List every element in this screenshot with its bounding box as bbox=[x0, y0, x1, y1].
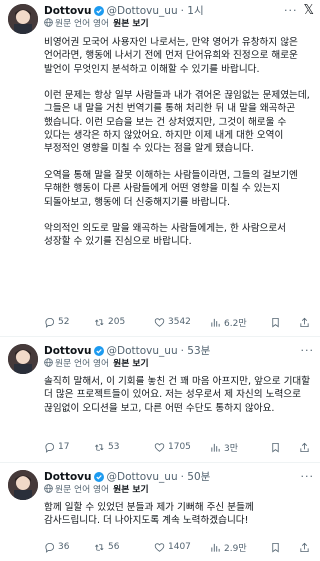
like-button[interactable]: 3542 bbox=[154, 317, 191, 328]
share-icon bbox=[300, 542, 309, 552]
views-icon bbox=[211, 443, 220, 452]
retweet-icon bbox=[95, 443, 104, 451]
reply-icon bbox=[45, 317, 55, 328]
timestamp[interactable]: · 1시 bbox=[181, 4, 204, 18]
user-handle[interactable]: @Dottovu_uu bbox=[107, 4, 178, 18]
divider bbox=[0, 336, 320, 337]
views-button[interactable]: 2.9만 bbox=[210, 541, 247, 554]
timestamp[interactable]: · 50분 bbox=[181, 470, 211, 484]
user-handle[interactable]: @Dottovu_uu bbox=[107, 344, 178, 358]
action-bar: 17 53 1705 3만 bbox=[44, 440, 314, 454]
reply-count: 36 bbox=[58, 542, 70, 552]
retweet-icon bbox=[95, 543, 104, 551]
user-handle[interactable]: @Dottovu_uu bbox=[107, 470, 178, 484]
tweet-header: Dottovu @Dottovu_uu · 50분 ··· bbox=[44, 470, 314, 484]
retweet-icon bbox=[95, 318, 104, 326]
like-button[interactable]: 1407 bbox=[154, 542, 191, 553]
reply-count: 52 bbox=[58, 317, 70, 327]
share-icon bbox=[300, 442, 309, 452]
reply-button[interactable]: 17 bbox=[44, 442, 69, 453]
timestamp[interactable]: · 53분 bbox=[181, 344, 211, 358]
translation-label: 원문 언어 영어 bbox=[55, 485, 110, 495]
retweet-count: 205 bbox=[108, 317, 126, 327]
retweet-button[interactable]: 53 bbox=[94, 442, 119, 453]
share-icon bbox=[300, 317, 309, 327]
translation-notice: 원문 언어 영어 원본 보기 bbox=[44, 18, 149, 30]
bookmark-icon bbox=[272, 442, 279, 452]
verified-icon bbox=[93, 6, 104, 16]
like-button[interactable]: 1705 bbox=[154, 442, 191, 453]
globe-icon bbox=[44, 358, 53, 367]
retweet-count: 53 bbox=[108, 442, 120, 452]
more-icon[interactable]: ··· bbox=[284, 5, 298, 16]
bookmark-button[interactable] bbox=[270, 317, 281, 328]
views-icon bbox=[211, 318, 220, 327]
verified-icon bbox=[93, 346, 104, 356]
views-count: 6.2만 bbox=[224, 318, 247, 329]
bookmark-icon bbox=[272, 542, 279, 552]
globe-icon bbox=[44, 18, 53, 27]
share-button[interactable] bbox=[299, 542, 310, 553]
reply-icon bbox=[45, 542, 55, 553]
reply-button[interactable]: 36 bbox=[44, 542, 69, 553]
more-icon[interactable]: ··· bbox=[301, 345, 315, 356]
tweet-text: 함께 일할 수 있었던 분들과 제가 기뻐해 주신 분들께 감사드립니다. 더 … bbox=[44, 502, 254, 527]
views-count: 2.9만 bbox=[224, 543, 247, 554]
view-original-link[interactable]: 원본 보기 bbox=[113, 19, 148, 29]
views-button[interactable]: 6.2만 bbox=[210, 316, 247, 329]
like-icon bbox=[154, 442, 165, 452]
avatar[interactable] bbox=[8, 344, 38, 374]
tweet-text: 솔직히 말해서, 이 기회를 놓친 건 꽤 마음 아프지만, 앞으로 기대할 더… bbox=[44, 376, 311, 414]
views-count: 3만 bbox=[224, 443, 239, 454]
translation-label: 원문 언어 영어 bbox=[55, 19, 110, 29]
reply-count: 17 bbox=[58, 442, 70, 452]
like-count: 1705 bbox=[168, 442, 191, 452]
more-icon[interactable]: ··· bbox=[301, 471, 315, 482]
views-icon bbox=[211, 543, 220, 552]
display-name[interactable]: Dottovu bbox=[44, 4, 92, 18]
display-name[interactable]: Dottovu bbox=[44, 344, 92, 358]
retweet-count: 56 bbox=[108, 542, 120, 552]
share-button[interactable] bbox=[299, 442, 310, 453]
tweet-header: Dottovu @Dottovu_uu · 53분 ··· bbox=[44, 344, 314, 358]
verified-icon bbox=[93, 472, 104, 482]
tweet-text: 비영어권 모국어 사용자인 나로서는, 만약 영어가 유창하지 않은 언어라면,… bbox=[44, 37, 310, 248]
reply-icon bbox=[45, 442, 55, 453]
tweet-header: Dottovu @Dottovu_uu · 1시 ··· 𝕏 bbox=[44, 4, 314, 18]
reply-button[interactable]: 52 bbox=[44, 317, 69, 328]
like-icon bbox=[154, 542, 165, 552]
display-name[interactable]: Dottovu bbox=[44, 470, 92, 484]
like-icon bbox=[154, 317, 165, 327]
like-count: 1407 bbox=[168, 542, 191, 552]
view-original-link[interactable]: 원본 보기 bbox=[113, 485, 148, 495]
like-count: 3542 bbox=[168, 317, 191, 327]
globe-icon bbox=[44, 484, 53, 493]
tweet-1[interactable]: Dottovu @Dottovu_uu · 1시 ··· 𝕏 원문 언어 영어 원… bbox=[0, 4, 320, 334]
divider bbox=[0, 462, 320, 463]
translation-notice: 원문 언어 영어 원본 보기 bbox=[44, 358, 149, 370]
retweet-button[interactable]: 56 bbox=[94, 542, 119, 553]
bookmark-button[interactable] bbox=[270, 542, 281, 553]
bookmark-icon bbox=[272, 317, 279, 327]
bookmark-button[interactable] bbox=[270, 442, 281, 453]
tweet-3[interactable]: Dottovu @Dottovu_uu · 50분 ··· 원문 언어 영어 원본… bbox=[0, 470, 320, 558]
avatar[interactable] bbox=[8, 470, 38, 500]
share-button[interactable] bbox=[299, 317, 310, 328]
action-bar: 52 205 3542 6.2만 bbox=[44, 315, 314, 329]
retweet-button[interactable]: 205 bbox=[94, 317, 125, 328]
tweet-2[interactable]: Dottovu @Dottovu_uu · 53분 ··· 원문 언어 영어 원본… bbox=[0, 344, 320, 456]
avatar[interactable] bbox=[8, 4, 38, 34]
view-original-link[interactable]: 원본 보기 bbox=[113, 359, 148, 369]
views-button[interactable]: 3만 bbox=[210, 441, 238, 454]
x-logo-icon: 𝕏 bbox=[303, 3, 314, 18]
translation-label: 원문 언어 영어 bbox=[55, 359, 110, 369]
translation-notice: 원문 언어 영어 원본 보기 bbox=[44, 484, 149, 496]
action-bar: 36 56 1407 2.9만 bbox=[44, 540, 314, 554]
